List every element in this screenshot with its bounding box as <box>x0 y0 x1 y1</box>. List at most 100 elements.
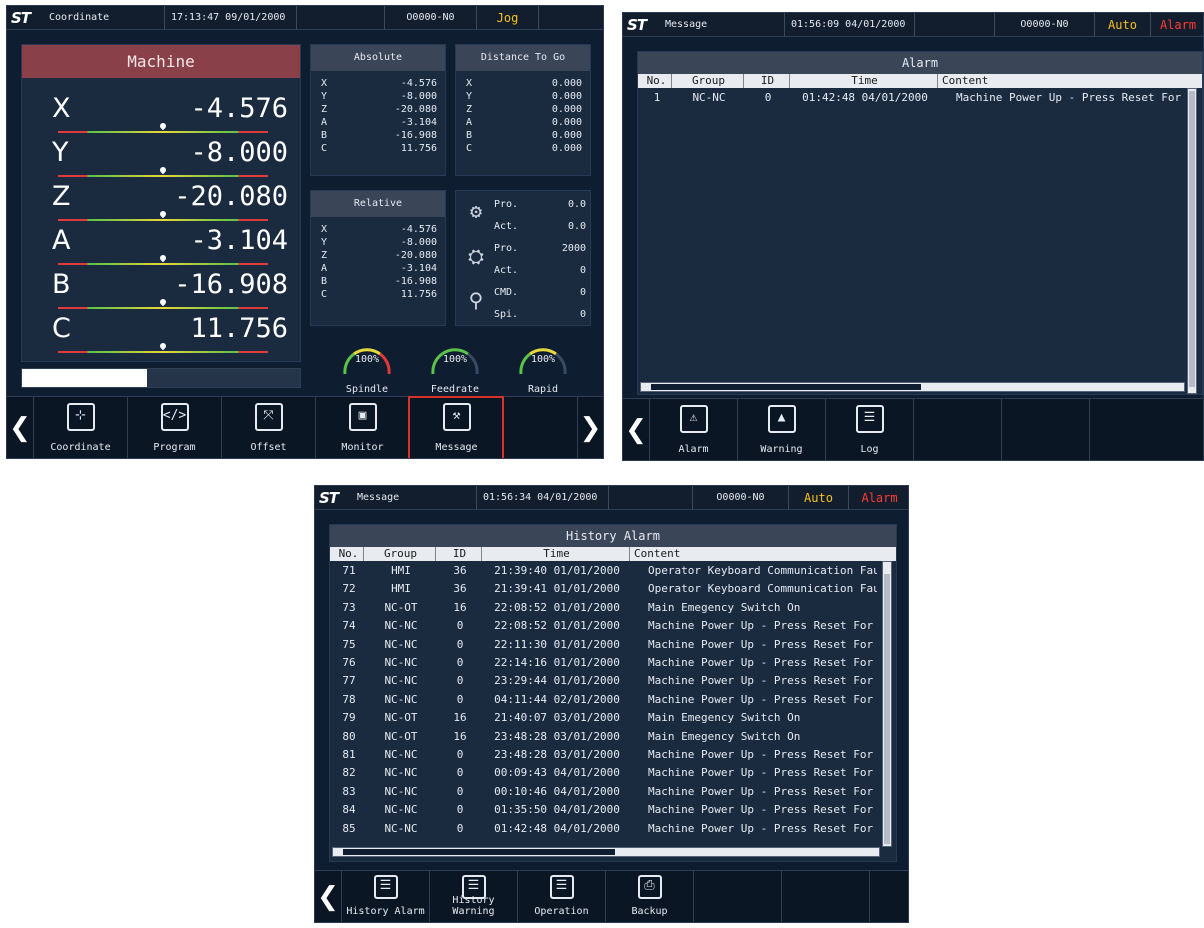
column-header-id[interactable]: ID <box>438 547 482 561</box>
axis-label: B <box>52 269 71 300</box>
absolute-axis: Z <box>321 104 328 115</box>
alarm-no: 80 <box>342 729 356 743</box>
relative-title: Relative <box>311 191 445 217</box>
alarm-time: 23:29:44 01/01/2000 <box>494 674 620 688</box>
alarm-group: HMI <box>391 564 411 577</box>
vertical-scrollbar[interactable] <box>1187 88 1197 394</box>
axis-range-bar <box>58 307 268 309</box>
alarm-row[interactable]: 74 NC-NC 0 22:08:52 01/01/2000 Machine Power… <box>330 618 878 633</box>
alarm-row[interactable]: 78 NC-NC 0 04:11:44 02/01/2000 Machine Power… <box>330 692 878 707</box>
column-header-content[interactable]: Content <box>632 547 880 561</box>
axis-value: -4.576 <box>190 93 288 124</box>
alarm-id: 0 <box>456 619 464 633</box>
distance-value: 0.000 <box>551 78 582 89</box>
absolute-value: -16.908 <box>394 130 437 141</box>
alarm-time: 21:39:40 01/01/2000 <box>494 564 620 577</box>
column-header-no[interactable]: No. <box>642 74 672 88</box>
alarm-row[interactable]: 71 HMI 36 21:39:40 01/01/2000 Operator Keybo… <box>330 563 878 578</box>
alarm-row[interactable]: 83 NC-NC 0 00:10:46 04/01/2000 Machine Power… <box>330 784 878 799</box>
backup-icon: ⎙ <box>637 875 662 899</box>
alarm-row[interactable]: 75 NC-NC 0 22:11:30 01/01/2000 Machine Power… <box>330 637 878 652</box>
toolbar-button-offset[interactable]: ⤧ Offset <box>221 397 315 458</box>
coordinate-icon: ⊹ <box>66 403 95 431</box>
info-label: Pro. <box>494 199 519 210</box>
warning-icon: ▲ <box>767 405 796 433</box>
alarm-content: Machine Power Up - Press Reset For <box>648 674 874 688</box>
operation-icon: ☰ <box>549 875 574 899</box>
page-title: Message <box>351 486 477 510</box>
toolbar-button-message[interactable]: ⚒ Message <box>408 396 504 458</box>
info-row: Act. 0 <box>456 261 592 281</box>
toolbar-button-warning[interactable]: ▲ Warning <box>737 399 825 460</box>
alarm-row[interactable]: 76 NC-NC 0 22:14:16 01/01/2000 Machine Power… <box>330 655 878 670</box>
alarm-no: 83 <box>342 784 356 798</box>
prev-page-arrow[interactable]: ❮ <box>315 871 341 922</box>
gauge-value: 100% <box>354 354 380 365</box>
alarm-time: 22:08:52 01/01/2000 <box>494 600 620 614</box>
axis-label: X <box>52 93 71 124</box>
absolute-axis: B <box>321 130 328 141</box>
toolbar-button-history-alarm[interactable]: ☰ History Alarm <box>341 871 429 922</box>
info-value: 0.0 <box>567 199 586 210</box>
toolbar-button-coordinate[interactable]: ⊹ Coordinate <box>33 397 127 458</box>
alarm-row[interactable]: 1 NC-NC 0 01:42:48 04/01/2000 Machine Power … <box>638 90 1186 105</box>
alarm-row[interactable]: 85 NC-NC 0 01:42:48 04/01/2000 Machine Power… <box>330 821 878 836</box>
axis-row-z: Z -20.080 <box>22 181 302 225</box>
alarm-time: 22:11:30 01/01/2000 <box>494 637 620 651</box>
prev-page-arrow[interactable]: ❮ <box>7 397 33 458</box>
alarm-row[interactable]: 81 NC-NC 0 23:48:28 03/01/2000 Machine Power… <box>330 747 878 762</box>
alarm-group: NC-NC <box>384 692 418 706</box>
column-header-group[interactable]: Group <box>366 547 436 561</box>
column-header-content[interactable]: Content <box>940 74 1188 88</box>
horizontal-scrollbar[interactable] <box>332 847 880 857</box>
absolute-title: Absolute <box>311 45 445 71</box>
column-header-time[interactable]: Time <box>484 547 630 561</box>
alarm-row[interactable]: 79 NC-OT 16 21:40:07 03/01/2000 Main Emegenc… <box>330 710 878 725</box>
column-header-group[interactable]: Group <box>674 74 744 88</box>
alarm-row[interactable]: 77 NC-NC 0 23:29:44 01/01/2000 Machine Power… <box>330 673 878 688</box>
gauge-rapid: 100% Rapid <box>510 332 576 402</box>
offset-icon: ⤧ <box>254 403 283 431</box>
toolbar-button-alarm[interactable]: ⚠ Alarm <box>649 399 737 460</box>
toolbar-button-monitor[interactable]: ▣ Monitor <box>315 397 409 458</box>
toolbar-button-program[interactable]: </> Program <box>127 397 221 458</box>
machine-title: Machine <box>22 45 300 78</box>
alarm-row[interactable]: 84 NC-NC 0 01:35:50 04/01/2000 Machine Power… <box>330 802 878 817</box>
next-page-arrow[interactable]: ❯ <box>577 397 603 458</box>
column-header-id[interactable]: ID <box>746 74 790 88</box>
history-alarm-screen: ST Message 01:56:34 04/01/2000 O0000-N0 … <box>314 485 909 923</box>
toolbar-button-log[interactable]: ☰ Log <box>825 399 913 460</box>
distance-value: 0.000 <box>551 130 582 141</box>
axis-range-bar <box>58 175 268 177</box>
alarm-row[interactable]: 80 NC-OT 16 23:48:28 03/01/2000 Main Emegenc… <box>330 729 878 744</box>
alarm-row[interactable]: 82 NC-NC 0 00:09:43 04/01/2000 Machine Power… <box>330 765 878 780</box>
info-value: 0 <box>579 309 586 320</box>
distance-value: 0.000 <box>551 91 582 102</box>
relative-axis: A <box>321 263 328 274</box>
toolbar-button-history-warning[interactable]: ☰ History Warning <box>429 871 517 922</box>
prev-page-arrow[interactable]: ❮ <box>623 399 649 460</box>
alarm-no: 82 <box>342 766 356 780</box>
scroll-thumb[interactable] <box>1189 91 1195 387</box>
bottom-toolbar: ❮ ☰ History Alarm ☰ History Warning ☰ Operati… <box>315 870 908 922</box>
alarm-row[interactable]: 72 HMI 36 21:39:41 01/01/2000 Operator Keybo… <box>330 581 878 596</box>
alarm-id: 0 <box>456 656 464 669</box>
toolbar-button-operation[interactable]: ☰ Operation <box>517 871 605 922</box>
toolbar-empty-slot <box>1089 399 1177 460</box>
column-header-no[interactable]: No. <box>334 547 364 561</box>
relative-row: Y -8.000 <box>311 236 445 249</box>
column-header-time[interactable]: Time <box>792 74 938 88</box>
info-label: Act. <box>494 265 519 276</box>
alarm-title: Alarm <box>638 52 1202 74</box>
alarm-icon: ⚠ <box>679 405 708 433</box>
toolbar-empty-slot <box>1001 399 1089 460</box>
toolbar-button-backup[interactable]: ⎙ Backup <box>605 871 693 922</box>
horizontal-scrollbar[interactable] <box>640 382 1185 392</box>
axis-row-x: X -4.576 <box>22 93 302 137</box>
scroll-thumb[interactable] <box>884 574 890 844</box>
scroll-thumb[interactable] <box>651 384 921 390</box>
alarm-row[interactable]: 73 NC-OT 16 22:08:52 01/01/2000 Main Emegenc… <box>330 600 878 615</box>
absolute-row: A -3.104 <box>311 116 445 129</box>
scroll-thumb[interactable] <box>343 849 615 855</box>
vertical-scrollbar[interactable] <box>882 561 892 847</box>
